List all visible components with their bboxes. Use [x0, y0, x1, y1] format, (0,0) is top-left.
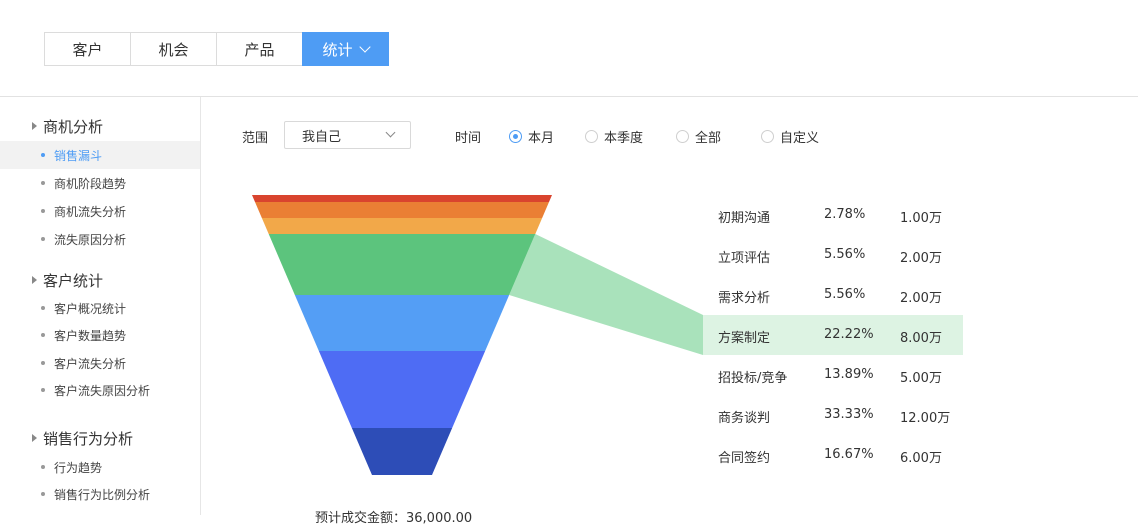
sales-funnel-chart: [252, 195, 703, 475]
funnel-stage-row[interactable]: 立项评估 5.56% 2.00万: [703, 235, 963, 275]
funnel-stage-row[interactable]: 招投标/竞争 13.89% 5.00万: [703, 355, 963, 395]
stage-name: 招投标/竞争: [718, 371, 788, 386]
funnel-stage-row[interactable]: 方案制定 22.22% 8.00万: [703, 315, 963, 355]
stage-amount: 6.00万: [900, 451, 942, 466]
funnel-layer[interactable]: [255, 202, 549, 218]
stage-amount: 8.00万: [900, 331, 942, 346]
stage-percent: 16.67%: [824, 447, 874, 462]
stage-name: 方案制定: [718, 331, 771, 346]
stage-name: 商务谈判: [718, 411, 771, 426]
funnel-layer[interactable]: [318, 351, 486, 428]
expected-deal-amount: 预计成交金额：36,000.00: [315, 511, 473, 526]
stage-name: 初期沟通: [718, 211, 771, 226]
stage-amount: 2.00万: [900, 291, 942, 306]
funnel-stage-row[interactable]: 需求分析 5.56% 2.00万: [703, 275, 963, 315]
stage-name: 需求分析: [718, 291, 771, 306]
stage-name: 立项评估: [718, 251, 771, 266]
stage-amount: 5.00万: [900, 371, 942, 386]
funnel-layer[interactable]: [261, 218, 543, 234]
funnel-stage-row[interactable]: 商务谈判 33.33% 12.00万: [703, 395, 963, 435]
stage-percent: 33.33%: [824, 407, 874, 422]
stage-percent: 22.22%: [824, 327, 874, 342]
funnel-stage-row[interactable]: 初期沟通 2.78% 1.00万: [703, 195, 963, 235]
funnel-layer[interactable]: [294, 295, 510, 351]
funnel-layer[interactable]: [268, 234, 536, 295]
stage-percent: 5.56%: [824, 287, 866, 302]
funnel-highlight-connector: [509, 234, 703, 355]
stage-percent: 13.89%: [824, 367, 874, 382]
funnel-layer[interactable]: [351, 428, 453, 475]
stage-percent: 5.56%: [824, 247, 866, 262]
funnel-stage-row[interactable]: 合同签约 16.67% 6.00万: [703, 435, 963, 475]
stage-name: 合同签约: [718, 451, 771, 466]
funnel-layer[interactable]: [252, 195, 552, 202]
stage-amount: 12.00万: [900, 411, 951, 426]
stage-amount: 2.00万: [900, 251, 942, 266]
stage-amount: 1.00万: [900, 211, 942, 226]
stage-percent: 2.78%: [824, 207, 866, 222]
